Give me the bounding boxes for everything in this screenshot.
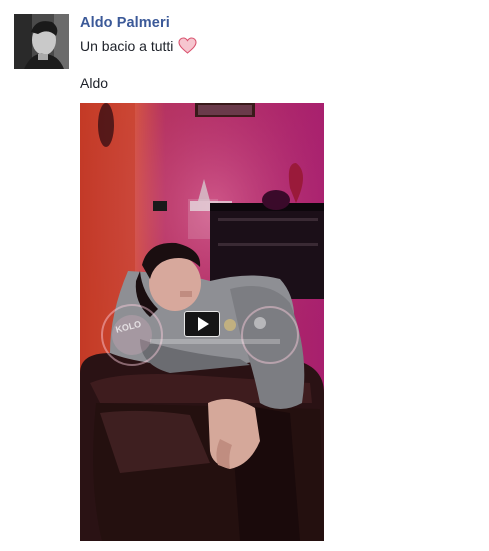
post-message-text: Un bacio a tutti: [80, 37, 174, 54]
play-icon: [198, 317, 209, 331]
heart-icon: [178, 37, 197, 54]
author-name-link[interactable]: Aldo Palmeri: [80, 15, 170, 31]
avatar-photo: [14, 14, 69, 69]
video-play-button[interactable]: [184, 311, 220, 337]
post-signature: Aldo: [80, 75, 109, 91]
post-message: Un bacio a tutti: [80, 37, 197, 54]
author-avatar[interactable]: [14, 14, 69, 69]
video-player[interactable]: KOLO: [80, 103, 324, 541]
feed-post: Aldo Palmeri Un bacio a tutti Aldo KOLO: [0, 0, 489, 551]
